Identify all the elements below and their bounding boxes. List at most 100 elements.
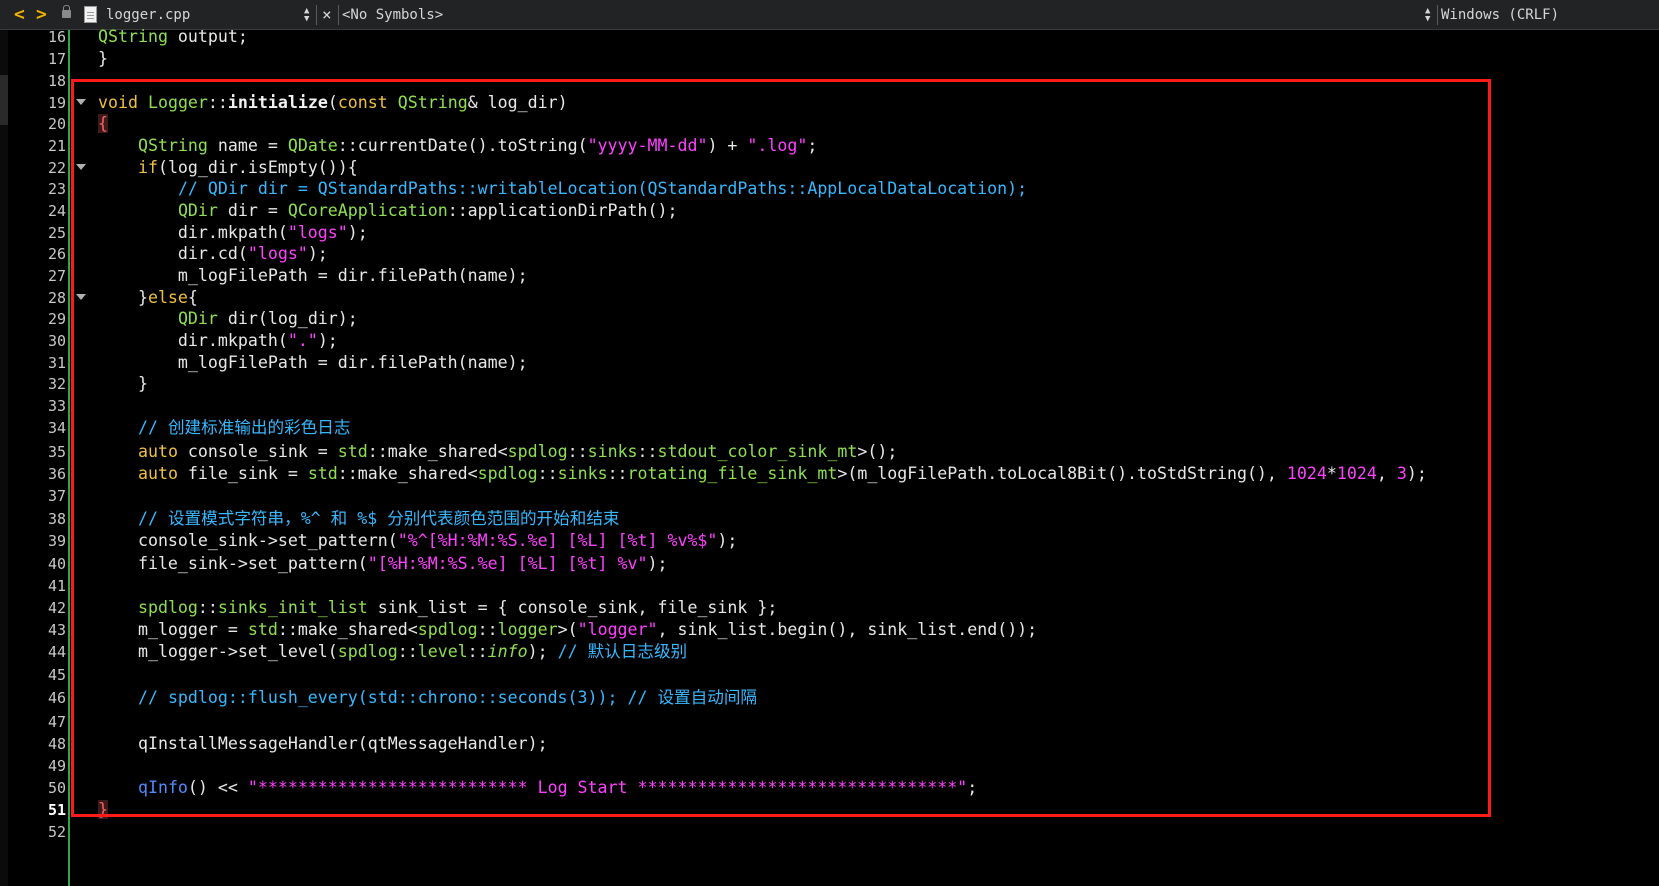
code-line[interactable]: 52	[0, 821, 1659, 843]
code-text[interactable]: // QDir dir = QStandardPaths::writableLo…	[98, 178, 1027, 200]
code-line[interactable]: 36 auto file_sink = std::make_shared<spd…	[0, 463, 1659, 485]
code-text[interactable]: dir.mkpath("logs");	[98, 222, 368, 244]
code-line[interactable]: 16 QString output;	[0, 26, 1659, 48]
line-number: 52	[47, 823, 66, 841]
code-line[interactable]: 30 dir.mkpath(".");	[0, 330, 1659, 352]
code-line[interactable]: 17}	[0, 48, 1659, 70]
line-number: 40	[47, 555, 66, 573]
line-number: 47	[47, 713, 66, 731]
line-number: 23	[47, 180, 66, 198]
code-text[interactable]: console_sink->set_pattern("%^[%H:%M:%S.%…	[98, 530, 737, 552]
line-number: 51	[47, 801, 66, 819]
code-text[interactable]: QDir dir = QCoreApplication::application…	[98, 200, 678, 222]
code-text[interactable]: spdlog::sinks_init_list sink_list = { co…	[98, 597, 777, 619]
line-number: 31	[47, 354, 66, 372]
code-line[interactable]: 27 m_logFilePath = dir.filePath(name);	[0, 265, 1659, 287]
fold-toggle-icon[interactable]	[76, 294, 86, 300]
line-number: 32	[47, 375, 66, 393]
line-number: 17	[47, 50, 66, 68]
line-number: 21	[47, 137, 66, 155]
line-number: 16	[47, 28, 66, 46]
code-line[interactable]: 18	[0, 70, 1659, 92]
code-text[interactable]: if(log_dir.isEmpty()){	[98, 157, 358, 179]
code-line[interactable]: 29 QDir dir(log_dir);	[0, 308, 1659, 330]
code-text[interactable]: QDir dir(log_dir);	[98, 308, 358, 330]
code-line[interactable]: 40 file_sink->set_pattern("[%H:%M:%S.%e]…	[0, 553, 1659, 575]
code-text[interactable]: }	[98, 373, 148, 395]
line-number: 38	[47, 510, 66, 528]
line-number: 36	[47, 465, 66, 483]
fold-toggle-icon[interactable]	[76, 164, 86, 170]
code-line[interactable]: 34 // 创建标准输出的彩色日志	[0, 417, 1659, 439]
line-number: 34	[47, 419, 66, 437]
code-line[interactable]: 50 qInfo() << "*************************…	[0, 777, 1659, 799]
code-text[interactable]: // spdlog::flush_every(std::chrono::seco…	[98, 687, 757, 709]
code-line[interactable]: 22 if(log_dir.isEmpty()){	[0, 157, 1659, 179]
code-line[interactable]: 31 m_logFilePath = dir.filePath(name);	[0, 352, 1659, 374]
code-text[interactable]: {	[98, 113, 108, 135]
code-text[interactable]: }	[98, 799, 108, 821]
code-line[interactable]: 48 qInstallMessageHandler(qtMessageHandl…	[0, 733, 1659, 755]
line-number: 18	[47, 72, 66, 90]
code-text[interactable]: qInstallMessageHandler(qtMessageHandler)…	[98, 733, 548, 755]
line-number: 42	[47, 599, 66, 617]
code-line[interactable]: 51}	[0, 799, 1659, 821]
code-line[interactable]: 28 }else{	[0, 287, 1659, 309]
code-line[interactable]: 35 auto console_sink = std::make_shared<…	[0, 441, 1659, 463]
line-number: 44	[47, 643, 66, 661]
code-line[interactable]: 24 QDir dir = QCoreApplication::applicat…	[0, 200, 1659, 222]
fold-toggle-icon[interactable]	[76, 99, 86, 105]
code-text[interactable]: m_logger = std::make_shared<spdlog::logg…	[98, 619, 1037, 641]
code-line[interactable]: 37	[0, 485, 1659, 507]
line-number: 48	[47, 735, 66, 753]
code-text[interactable]: // 创建标准输出的彩色日志	[98, 417, 351, 439]
code-text[interactable]: QString output;	[98, 26, 248, 48]
code-line[interactable]: 19 void Logger::initialize(const QString&…	[0, 92, 1659, 114]
document-icon	[84, 6, 97, 23]
code-line[interactable]: 46 // spdlog::flush_every(std::chrono::s…	[0, 687, 1659, 709]
code-text[interactable]: dir.mkpath(".");	[98, 330, 338, 352]
code-text[interactable]: file_sink->set_pattern("[%H:%M:%S.%e] [%…	[98, 553, 668, 575]
line-number: 29	[47, 310, 66, 328]
code-text[interactable]: dir.cd("logs");	[98, 243, 328, 265]
line-ending-updown-icon[interactable]: ▲ ▼	[1425, 7, 1430, 24]
line-number: 22	[47, 159, 66, 177]
line-number: 39	[47, 532, 66, 550]
lock-icon[interactable]	[62, 5, 71, 18]
code-line[interactable]: 42 spdlog::sinks_init_list sink_list = {…	[0, 597, 1659, 619]
toolbar-divider	[316, 5, 317, 25]
code-text[interactable]: void Logger::initialize(const QString& l…	[98, 92, 568, 114]
code-line[interactable]: 44 m_logger->set_level(spdlog::level::in…	[0, 641, 1659, 663]
code-text[interactable]: auto file_sink = std::make_shared<spdlog…	[98, 463, 1427, 485]
code-line[interactable]: 41	[0, 575, 1659, 597]
line-number: 19	[47, 94, 66, 112]
code-line[interactable]: 25 dir.mkpath("logs");	[0, 222, 1659, 244]
code-line[interactable]: 49	[0, 755, 1659, 777]
code-line[interactable]: 26 dir.cd("logs");	[0, 243, 1659, 265]
code-line[interactable]: 23 // QDir dir = QStandardPaths::writabl…	[0, 178, 1659, 200]
code-line[interactable]: 43 m_logger = std::make_shared<spdlog::l…	[0, 619, 1659, 641]
line-number: 30	[47, 332, 66, 350]
code-line[interactable]: 33	[0, 395, 1659, 417]
code-text[interactable]: auto console_sink = std::make_shared<spd…	[98, 441, 897, 463]
code-text[interactable]: QString name = QDate::currentDate().toSt…	[98, 135, 817, 157]
line-number: 45	[47, 666, 66, 684]
code-line[interactable]: 45	[0, 664, 1659, 686]
code-text[interactable]: m_logFilePath = dir.filePath(name);	[98, 352, 528, 374]
code-text[interactable]: }	[98, 48, 108, 70]
code-text[interactable]: m_logFilePath = dir.filePath(name);	[98, 265, 528, 287]
toolbar-divider	[338, 5, 339, 25]
code-line[interactable]: 38 // 设置模式字符串，%^ 和 %$ 分别代表颜色范围的开始和结束	[0, 508, 1659, 530]
line-number: 41	[47, 577, 66, 595]
file-updown-icon[interactable]: ▲ ▼	[304, 7, 309, 24]
code-line[interactable]: 32 }	[0, 373, 1659, 395]
toolbar-divider	[1437, 5, 1438, 25]
code-text[interactable]: // 设置模式字符串，%^ 和 %$ 分别代表颜色范围的开始和结束	[98, 508, 620, 530]
code-text[interactable]: qInfo() << "*************************** …	[98, 777, 977, 799]
code-line[interactable]: 39 console_sink->set_pattern("%^[%H:%M:%…	[0, 530, 1659, 552]
code-line[interactable]: 21 QString name = QDate::currentDate().t…	[0, 135, 1659, 157]
code-text[interactable]: m_logger->set_level(spdlog::level::info)…	[98, 641, 687, 663]
code-text[interactable]: }else{	[98, 287, 198, 309]
code-line[interactable]: 47	[0, 711, 1659, 733]
code-line[interactable]: 20 {	[0, 113, 1659, 135]
